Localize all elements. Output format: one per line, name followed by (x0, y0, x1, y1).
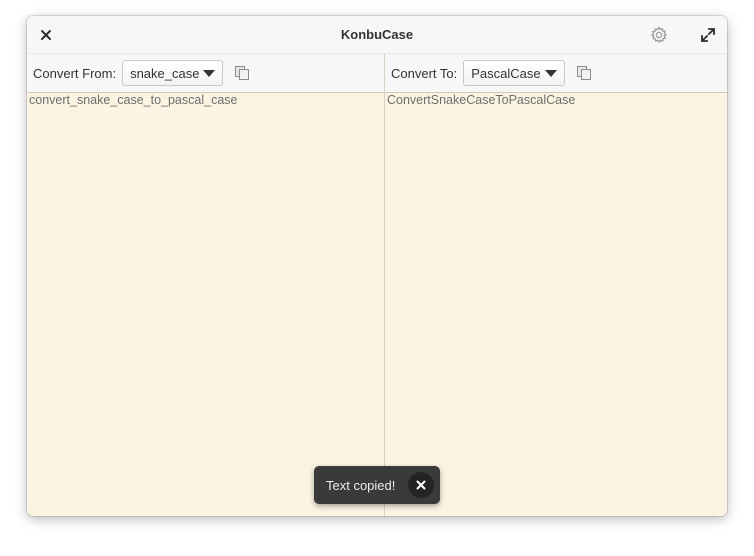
source-case-value: snake_case (130, 65, 200, 81)
header-bar: KonbuCase (27, 16, 727, 54)
copy-target-button[interactable] (575, 64, 593, 82)
source-toolbar: Convert From: snake_case (33, 54, 251, 92)
app-window: KonbuCase Convert From: snake_case Conve… (27, 16, 727, 516)
toast-notification: Text copied! (314, 466, 440, 504)
window-title: KonbuCase (340, 27, 414, 42)
target-text-area[interactable]: ConvertSnakeCaseToPascalCase (385, 93, 727, 516)
copy-icon (576, 66, 591, 80)
copy-icon (235, 66, 250, 80)
target-case-value: PascalCase (471, 65, 541, 81)
source-text-area[interactable]: convert_snake_case_to_pascal_case (27, 93, 384, 516)
source-case-dropdown[interactable]: snake_case (122, 60, 224, 86)
copy-source-button[interactable] (233, 64, 251, 82)
settings-button[interactable] (647, 23, 671, 47)
chevron-down-icon (203, 70, 216, 77)
maximize-button[interactable] (696, 23, 720, 47)
chevron-down-icon (544, 70, 557, 77)
convert-to-label: Convert To: (391, 65, 458, 81)
toast-close-button[interactable] (408, 472, 434, 498)
converter-toolbar: Convert From: snake_case Convert To: Pas… (27, 54, 727, 93)
toast-message: Text copied! (326, 477, 396, 493)
gear-icon (650, 26, 668, 44)
convert-from-label: Convert From: (33, 65, 117, 81)
maximize-icon (701, 28, 715, 42)
target-case-dropdown[interactable]: PascalCase (463, 60, 565, 86)
target-toolbar: Convert To: PascalCase (391, 54, 593, 92)
close-icon (416, 480, 426, 490)
